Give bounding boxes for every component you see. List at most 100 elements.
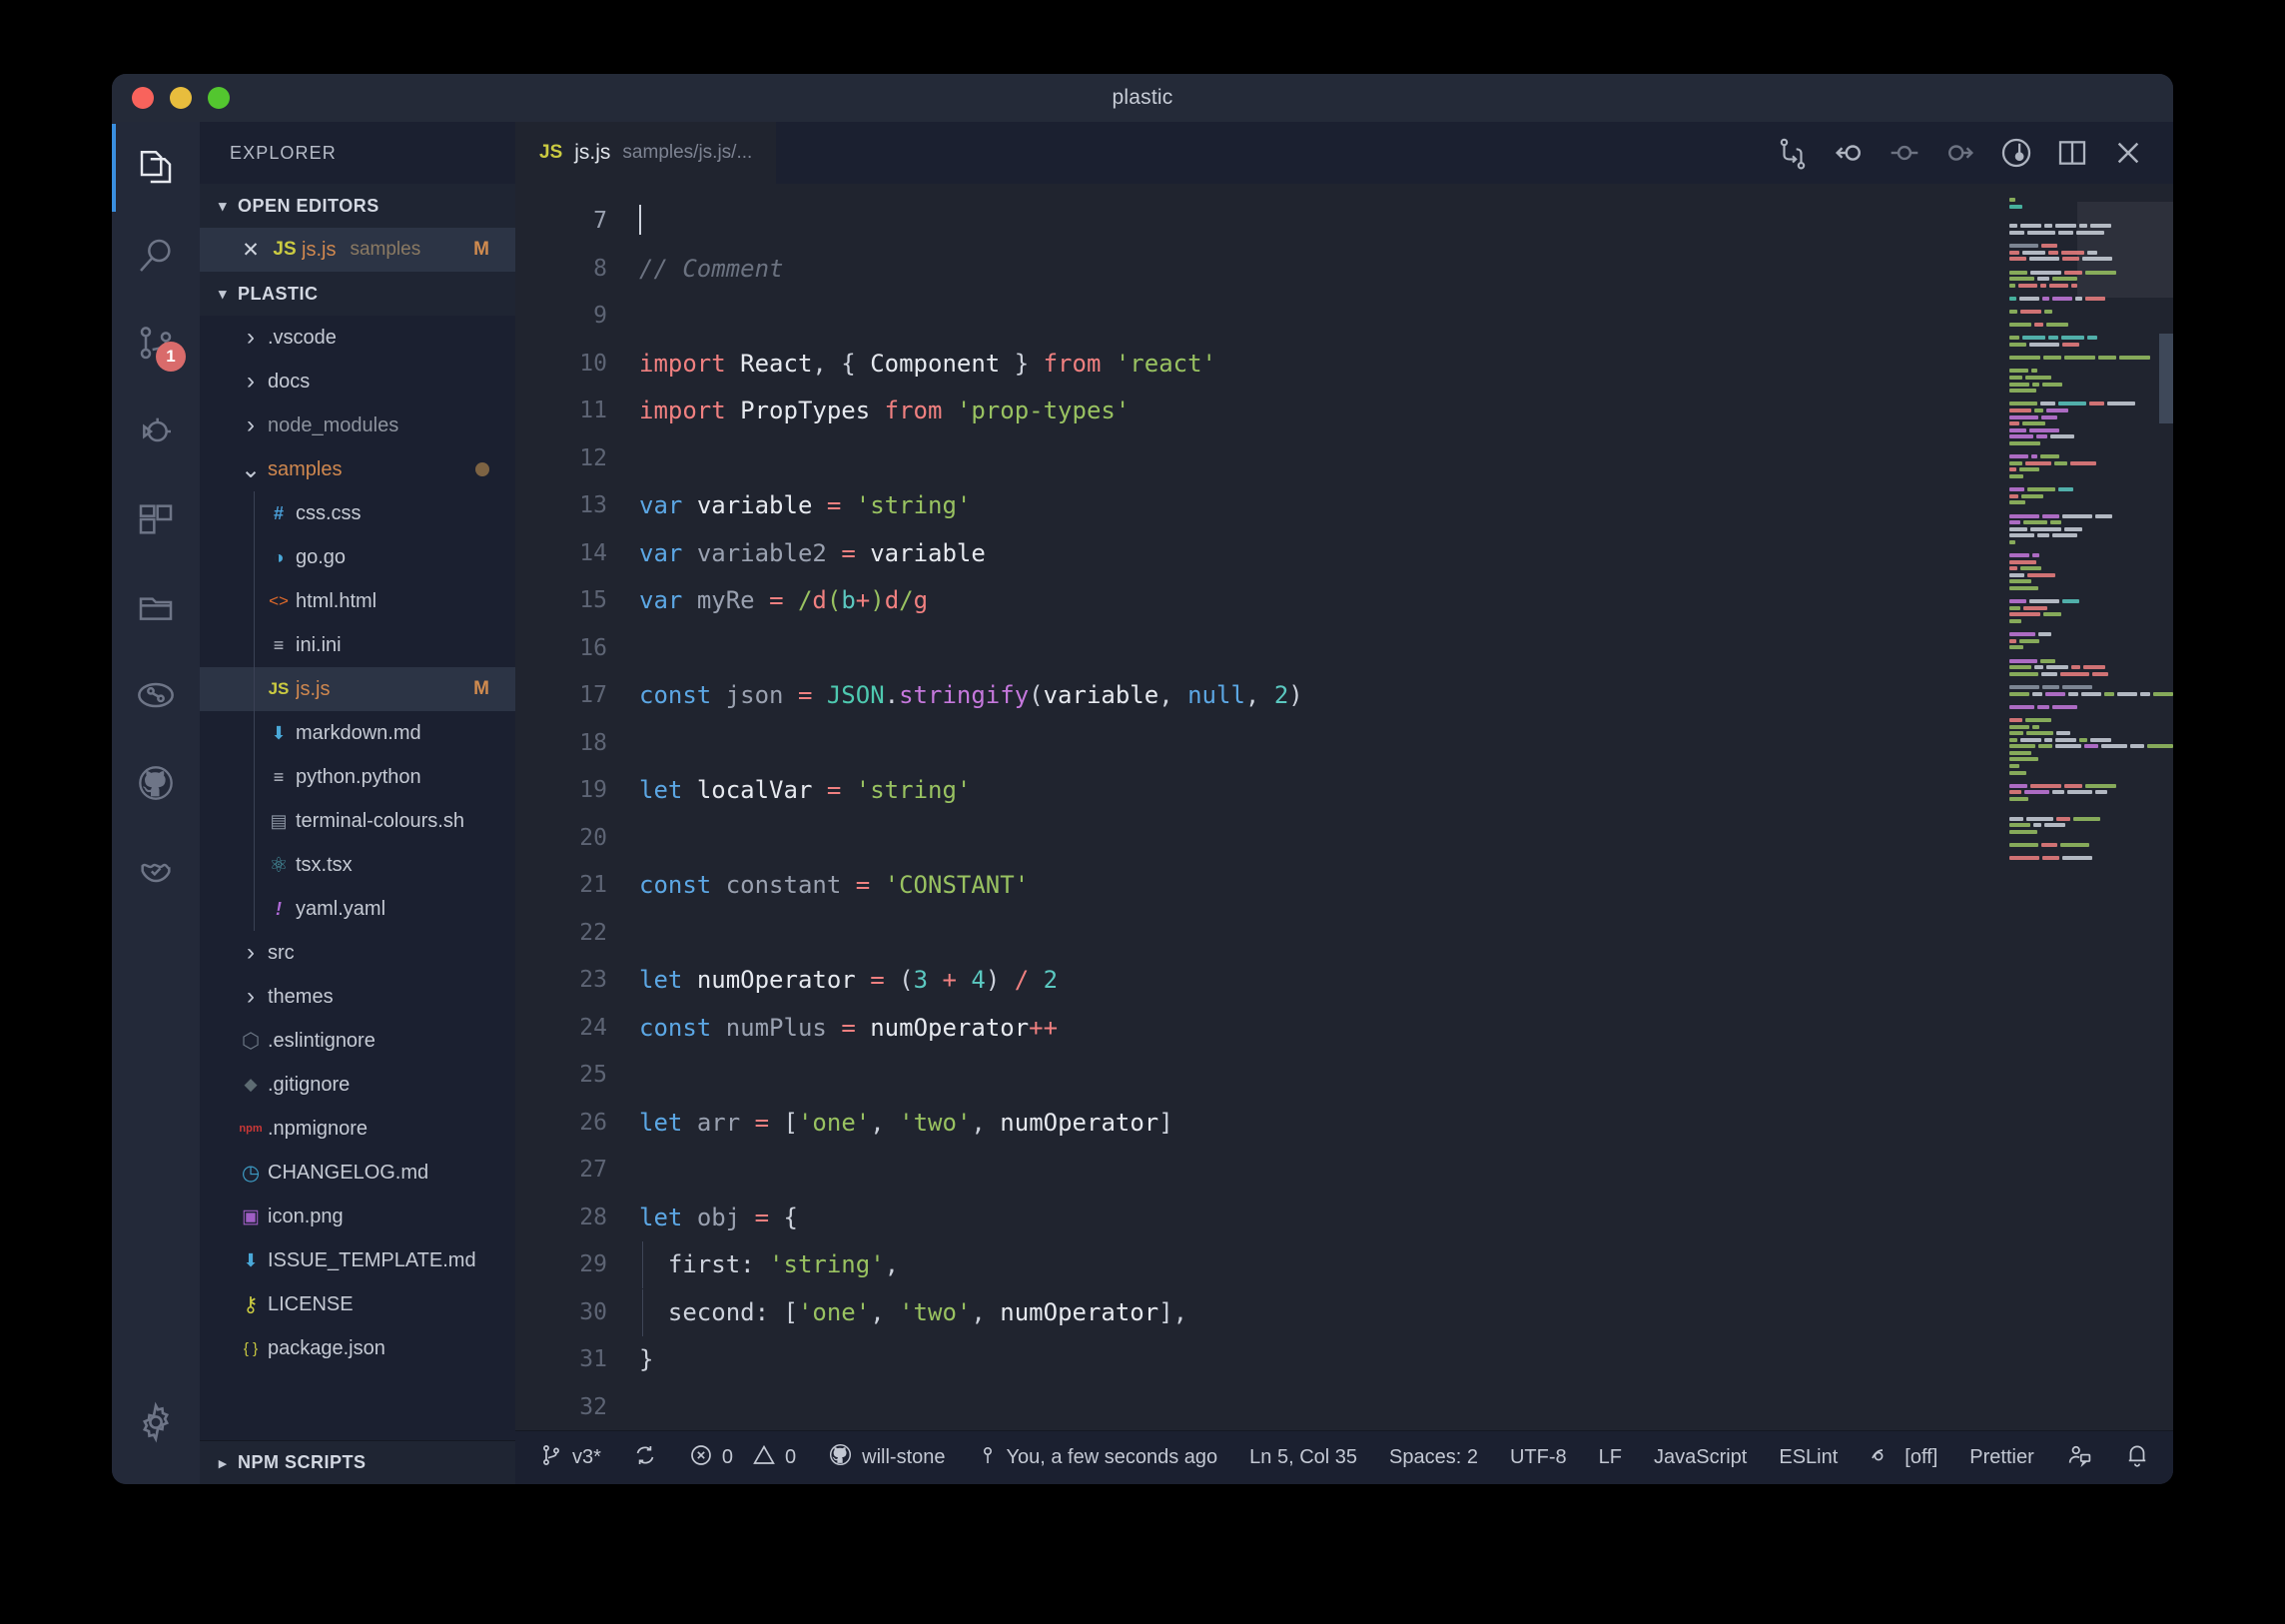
activity-item-search[interactable] — [112, 212, 200, 300]
code-line[interactable] — [625, 198, 2003, 246]
tree-file-markdown.md[interactable]: ⬇ markdown.md — [200, 711, 515, 755]
status-encoding[interactable]: UTF-8 — [1494, 1431, 1583, 1485]
activity-item-source-control[interactable]: 1 — [112, 300, 200, 388]
tree-file-terminal-colours.sh[interactable]: ▤ terminal-colours.sh — [200, 799, 515, 843]
activity-item-testing[interactable] — [112, 827, 200, 915]
code-line[interactable]: let obj = { — [625, 1195, 2003, 1242]
code-line[interactable]: second: ['one', 'two', numOperator], — [625, 1288, 2003, 1337]
code-line[interactable]: const json = JSON.stringify(variable, nu… — [625, 672, 2003, 720]
minimap-line — [2003, 816, 2173, 821]
activity-item-extensions[interactable] — [112, 475, 200, 563]
split-editor-icon[interactable] — [2047, 128, 2097, 178]
activity-item-manage[interactable] — [112, 1378, 200, 1466]
tree-file-ini.ini[interactable]: ≡ ini.ini — [200, 623, 515, 667]
code-line[interactable] — [625, 293, 2003, 341]
tree-file-go.go[interactable]: ◑ go.go — [200, 535, 515, 579]
previous-change-icon[interactable] — [1824, 128, 1874, 178]
close-icon[interactable]: ✕ — [234, 238, 268, 263]
status-branch[interactable]: v3* — [515, 1431, 617, 1485]
next-change-icon[interactable] — [1935, 128, 1985, 178]
code-line[interactable] — [625, 625, 2003, 673]
tree-file-package.json[interactable]: { } package.json — [200, 1326, 515, 1370]
tree-file-html.html[interactable]: <> html.html — [200, 579, 515, 623]
tree-file-icon.png[interactable]: ▣ icon.png — [200, 1195, 515, 1238]
minimap-token — [2009, 691, 2030, 696]
code-line[interactable]: import React, { Component } from 'react' — [625, 341, 2003, 389]
code-line[interactable] — [625, 720, 2003, 768]
code-line[interactable]: const constant = 'CONSTANT' — [625, 862, 2003, 910]
code-line[interactable] — [625, 1052, 2003, 1100]
code-line[interactable]: } — [625, 1336, 2003, 1384]
tree-folder-samples[interactable]: ⌄ samples — [200, 447, 515, 491]
section-workspace[interactable]: ▾ PLASTIC — [200, 272, 515, 316]
minimap-token — [2009, 724, 2029, 729]
close-editor-icon[interactable] — [2103, 128, 2153, 178]
code-editor[interactable]: 7 8 9 10 11 12 13 14 15 16 17 18 19 20 21 22 23 24 25 26 27 2… — [515, 184, 2173, 1430]
minimap-token — [2064, 270, 2082, 275]
tab-js-js[interactable]: JS js.js samples/js.js/... — [515, 122, 777, 184]
section-npm-scripts[interactable]: ▸ NPM SCRIPTS — [200, 1440, 515, 1484]
blame-icon[interactable] — [1991, 128, 2041, 178]
code-line[interactable]: let arr = ['one', 'two', numOperator] — [625, 1100, 2003, 1148]
code-line[interactable] — [625, 815, 2003, 863]
tree-file-.npmignore[interactable]: npm .npmignore — [200, 1107, 515, 1151]
tree-file-css.css[interactable]: # css.css — [200, 491, 515, 535]
minimap-line — [2003, 350, 2173, 354]
code-line[interactable]: let numOperator = (3 + 4) / 2 — [625, 957, 2003, 1005]
status-blame[interactable]: You, a few seconds ago — [962, 1431, 1234, 1485]
code-line[interactable]: const numPlus = numOperator++ — [625, 1005, 2003, 1053]
status-language-mode[interactable]: JavaScript — [1638, 1431, 1763, 1485]
status-sync[interactable] — [617, 1431, 673, 1485]
status-eslint[interactable]: ESLint — [1763, 1431, 1854, 1485]
code-line[interactable]: // Comment — [625, 246, 2003, 294]
open-editor-item-js[interactable]: ✕ JS js.js samples M — [200, 228, 515, 272]
status-cursor-position[interactable]: Ln 5, Col 35 — [1233, 1431, 1373, 1485]
activity-item-explorer[interactable] — [112, 124, 200, 212]
activity-item-gitlens[interactable] — [112, 651, 200, 739]
tree-file-python.python[interactable]: ≡ python.python — [200, 755, 515, 799]
code-line[interactable]: let localVar = 'string' — [625, 767, 2003, 815]
open-change-icon[interactable] — [1880, 128, 1929, 178]
code-line[interactable]: first: 'string', — [625, 1241, 2003, 1289]
code-line[interactable] — [625, 1147, 2003, 1195]
code-line[interactable] — [625, 910, 2003, 958]
status-prettier[interactable]: Prettier — [1953, 1431, 2049, 1485]
tree-folder-docs[interactable]: › docs — [200, 360, 515, 404]
activity-item-run-and-debug[interactable] — [112, 388, 200, 475]
tree-file-CHANGELOG.md[interactable]: ◷ CHANGELOG.md — [200, 1151, 515, 1195]
status-live-share[interactable] — [2050, 1431, 2108, 1485]
activity-item-remote-explorer[interactable] — [112, 563, 200, 651]
code-line[interactable]: var variable2 = variable — [625, 530, 2003, 578]
tree-folder-themes[interactable]: › themes — [200, 975, 515, 1019]
tree-folder-.vscode[interactable]: › .vscode — [200, 316, 515, 360]
status-eye-toggle[interactable]: [off] — [1854, 1431, 1953, 1485]
tree-file-LICENSE[interactable]: ⚷ LICENSE — [200, 1282, 515, 1326]
tree-file-ISSUE_TEMPLATE.md[interactable]: ⬇ ISSUE_TEMPLATE.md — [200, 1238, 515, 1282]
tree-file-tsx.tsx[interactable]: ⚛ tsx.tsx — [200, 843, 515, 887]
code-line[interactable] — [625, 1384, 2003, 1431]
tree-folder-node_modules[interactable]: › node_modules — [200, 404, 515, 447]
tree-file-.gitignore[interactable]: ◆ .gitignore — [200, 1063, 515, 1107]
code-content[interactable]: // Comment import React, { Component } fr… — [625, 184, 2003, 1430]
tree-file-yaml.yaml[interactable]: ! yaml.yaml — [200, 887, 515, 931]
status-problems[interactable]: 0 0 — [673, 1431, 812, 1485]
tree-file-js.js[interactable]: JS js.js M — [200, 667, 515, 711]
status-github-account[interactable]: will-stone — [812, 1431, 961, 1485]
tree-item-label: CHANGELOG.md — [268, 1161, 429, 1184]
section-open-editors[interactable]: ▾ OPEN EDITORS — [200, 184, 515, 228]
code-line[interactable] — [625, 435, 2003, 483]
status-notifications[interactable] — [2108, 1431, 2173, 1485]
minimap-token — [2025, 460, 2051, 465]
minimap-token — [2090, 224, 2111, 229]
tree-folder-src[interactable]: › src — [200, 931, 515, 975]
code-line[interactable]: import PropTypes from 'prop-types' — [625, 388, 2003, 435]
minimap-scrollbar[interactable] — [2159, 334, 2173, 423]
code-line[interactable]: var myRe = /d(b+)d/g — [625, 577, 2003, 625]
status-eol[interactable]: LF — [1583, 1431, 1638, 1485]
status-indentation[interactable]: Spaces: 2 — [1373, 1431, 1494, 1485]
compare-changes-icon[interactable] — [1768, 128, 1818, 178]
code-line[interactable]: var variable = 'string' — [625, 482, 2003, 530]
tree-file-.eslintignore[interactable]: ⬡ .eslintignore — [200, 1019, 515, 1063]
activity-item-github[interactable] — [112, 739, 200, 827]
minimap[interactable] — [2003, 184, 2173, 1430]
